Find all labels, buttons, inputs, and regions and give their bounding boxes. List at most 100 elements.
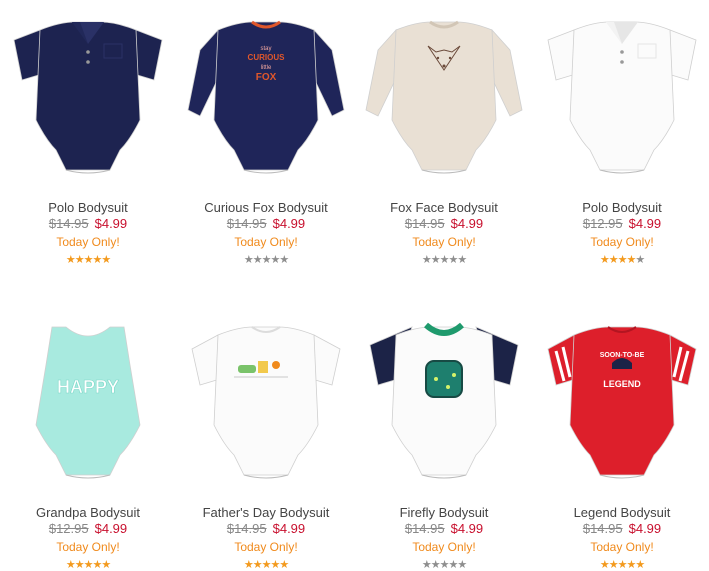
star-icon: ★ [101,254,111,266]
promo-badge: Today Only! [590,540,654,554]
product-name-link[interactable]: Grandpa Bodysuit [0,505,176,520]
rating-stars[interactable]: ★★★★★ [356,254,532,266]
svg-text:HAPPY: HAPPY [57,377,119,397]
svg-text:SOON-TO-BE: SOON-TO-BE [600,352,645,359]
promo-badge: Today Only! [234,235,298,249]
product-image[interactable]: stay CURIOUS little FOX [178,0,354,190]
star-icon: ★ [92,254,102,266]
product-name-link[interactable]: Fox Face Bodysuit [356,200,532,215]
star-icon: ★ [74,559,85,571]
original-price: $14.95 [226,216,267,231]
promo-badge: Today Only! [590,235,654,249]
star-icon: ★ [65,559,76,571]
star-icon: ★ [626,559,636,571]
original-price: $14.95 [582,521,623,536]
price-block: $12.95 $4.99 [534,216,709,231]
star-icon: ★ [421,559,432,571]
star-icon: ★ [439,559,450,571]
star-icon: ★ [448,559,458,571]
star-icon: ★ [599,559,610,571]
product-name-link[interactable]: Legend Bodysuit [534,505,709,520]
star-icon: ★ [635,559,645,571]
star-icon: ★ [448,254,458,266]
promo-badge: Today Only! [412,540,476,554]
original-price: $14.95 [226,521,267,536]
star-icon: ★ [457,559,467,571]
rating-stars[interactable]: ★★★★★ [534,254,709,266]
price-block: $14.95 $4.99 [0,216,176,231]
product-image[interactable] [356,0,532,190]
star-icon: ★ [261,559,272,571]
product-image[interactable]: SOON-TO-BE LEGEND [534,305,709,495]
promo-badge: Today Only! [412,235,476,249]
star-icon: ★ [83,254,94,266]
star-icon: ★ [430,559,441,571]
sale-price: $4.99 [272,521,306,536]
product-image[interactable] [534,0,709,190]
star-icon: ★ [270,254,280,266]
star-icon: ★ [626,254,636,266]
star-icon: ★ [599,254,610,266]
star-icon: ★ [243,559,254,571]
star-icon: ★ [439,254,450,266]
product-grid: Polo Bodysuit $14.95 $4.99 Today Only! ★★★★★… [0,0,709,571]
star-icon: ★ [65,254,76,266]
sale-price: $4.99 [94,521,128,536]
svg-text:little: little [261,65,272,71]
star-icon: ★ [101,559,111,571]
product-name-link[interactable]: Polo Bodysuit [534,200,709,215]
price-block: $14.95 $4.99 [178,521,354,536]
star-icon: ★ [617,559,628,571]
promo-badge: Today Only! [234,540,298,554]
sale-price: $4.99 [450,521,484,536]
original-price: $14.95 [48,216,89,231]
star-icon: ★ [617,254,628,266]
star-icon: ★ [608,254,619,266]
original-price: $14.95 [404,216,445,231]
star-icon: ★ [421,254,432,266]
product-image[interactable] [0,0,176,190]
svg-text:stay: stay [260,46,271,52]
sale-price: $4.99 [272,216,306,231]
product-name-link[interactable]: Firefly Bodysuit [356,505,532,520]
product-image[interactable]: HAPPY [0,305,176,495]
price-block: $14.95 $4.99 [356,216,532,231]
product-name-link[interactable]: Curious Fox Bodysuit [178,200,354,215]
sale-price: $4.99 [450,216,484,231]
star-icon: ★ [279,254,289,266]
svg-text:LEGEND: LEGEND [603,379,641,389]
star-icon: ★ [74,254,85,266]
star-icon: ★ [279,559,289,571]
star-icon: ★ [270,559,280,571]
rating-stars[interactable]: ★★★★★ [356,559,532,571]
rating-stars[interactable]: ★★★★★ [534,559,709,571]
star-icon: ★ [252,254,263,266]
rating-stars[interactable]: ★★★★★ [0,559,176,571]
star-icon: ★ [243,254,254,266]
star-icon: ★ [252,559,263,571]
star-icon: ★ [261,254,272,266]
original-price: $14.95 [404,521,445,536]
original-price: $12.95 [48,521,89,536]
price-block: $14.95 $4.99 [534,521,709,536]
star-icon: ★ [635,254,645,266]
product-image[interactable] [356,305,532,495]
product-name-link[interactable]: Father's Day Bodysuit [178,505,354,520]
sale-price: $4.99 [628,521,662,536]
star-icon: ★ [430,254,441,266]
product-name-link[interactable]: Polo Bodysuit [0,200,176,215]
rating-stars[interactable]: ★★★★★ [178,254,354,266]
rating-stars[interactable]: ★★★★★ [0,254,176,266]
original-price: $12.95 [582,216,623,231]
svg-text:CURIOUS: CURIOUS [248,53,286,62]
star-icon: ★ [608,559,619,571]
star-icon: ★ [92,559,102,571]
rating-stars[interactable]: ★★★★★ [178,559,354,571]
price-block: $14.95 $4.99 [356,521,532,536]
promo-badge: Today Only! [56,540,120,554]
sale-price: $4.99 [94,216,128,231]
star-icon: ★ [83,559,94,571]
product-image[interactable] [178,305,354,495]
sale-price: $4.99 [628,216,662,231]
svg-text:FOX: FOX [256,72,277,83]
